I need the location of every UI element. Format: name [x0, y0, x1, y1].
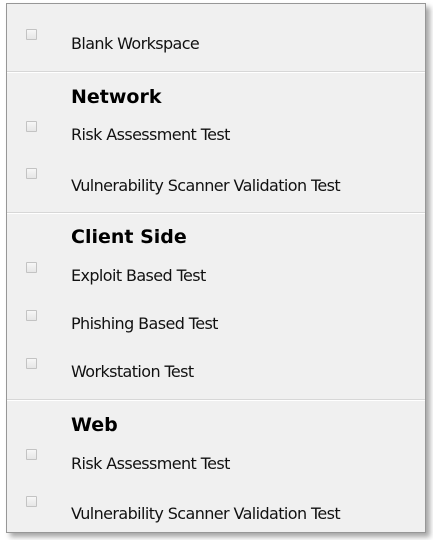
menu-item-label: Vulnerability Scanner Validation Test	[71, 504, 341, 523]
menu-item-label: Workstation Test	[71, 362, 194, 381]
menu-item-label: Risk Assessment Test	[71, 454, 230, 473]
checkbox-icon[interactable]	[26, 310, 37, 321]
menu-item-phishing-based-test[interactable]: Phishing Based Test	[7, 306, 425, 346]
checkbox-icon[interactable]	[26, 358, 37, 369]
menu-item-exploit-based-test[interactable]: Exploit Based Test	[7, 258, 425, 298]
menu-item-workstation-test[interactable]: Workstation Test	[7, 354, 425, 394]
menu-item-network-vulnerability-scanner-validation-test[interactable]: Vulnerability Scanner Validation Test	[7, 164, 425, 204]
workspace-template-menu: Blank Workspace Network Risk Assessment …	[6, 3, 426, 533]
menu-item-label: Blank Workspace	[71, 34, 200, 53]
separator	[7, 399, 425, 401]
separator	[7, 212, 425, 214]
checkbox-icon[interactable]	[26, 262, 37, 273]
menu-item-web-vulnerability-scanner-validation-test[interactable]: Vulnerability Scanner Validation Test	[7, 492, 425, 532]
separator	[7, 71, 425, 73]
menu-item-network-risk-assessment-test[interactable]: Risk Assessment Test	[7, 117, 425, 157]
section-heading-web: Web	[71, 414, 118, 436]
menu-item-label: Vulnerability Scanner Validation Test	[71, 176, 341, 195]
checkbox-icon[interactable]	[26, 168, 37, 179]
checkbox-icon[interactable]	[26, 121, 37, 132]
menu-item-web-risk-assessment-test[interactable]: Risk Assessment Test	[7, 445, 425, 485]
menu-item-label: Risk Assessment Test	[71, 125, 230, 144]
checkbox-icon[interactable]	[26, 496, 37, 507]
section-heading-network: Network	[71, 86, 162, 108]
checkbox-icon[interactable]	[26, 29, 37, 40]
menu-item-label: Phishing Based Test	[71, 314, 218, 333]
section-heading-client-side: Client Side	[71, 226, 187, 248]
menu-item-blank-workspace[interactable]: Blank Workspace	[7, 26, 425, 66]
menu-item-label: Exploit Based Test	[71, 266, 206, 285]
checkbox-icon[interactable]	[26, 449, 37, 460]
